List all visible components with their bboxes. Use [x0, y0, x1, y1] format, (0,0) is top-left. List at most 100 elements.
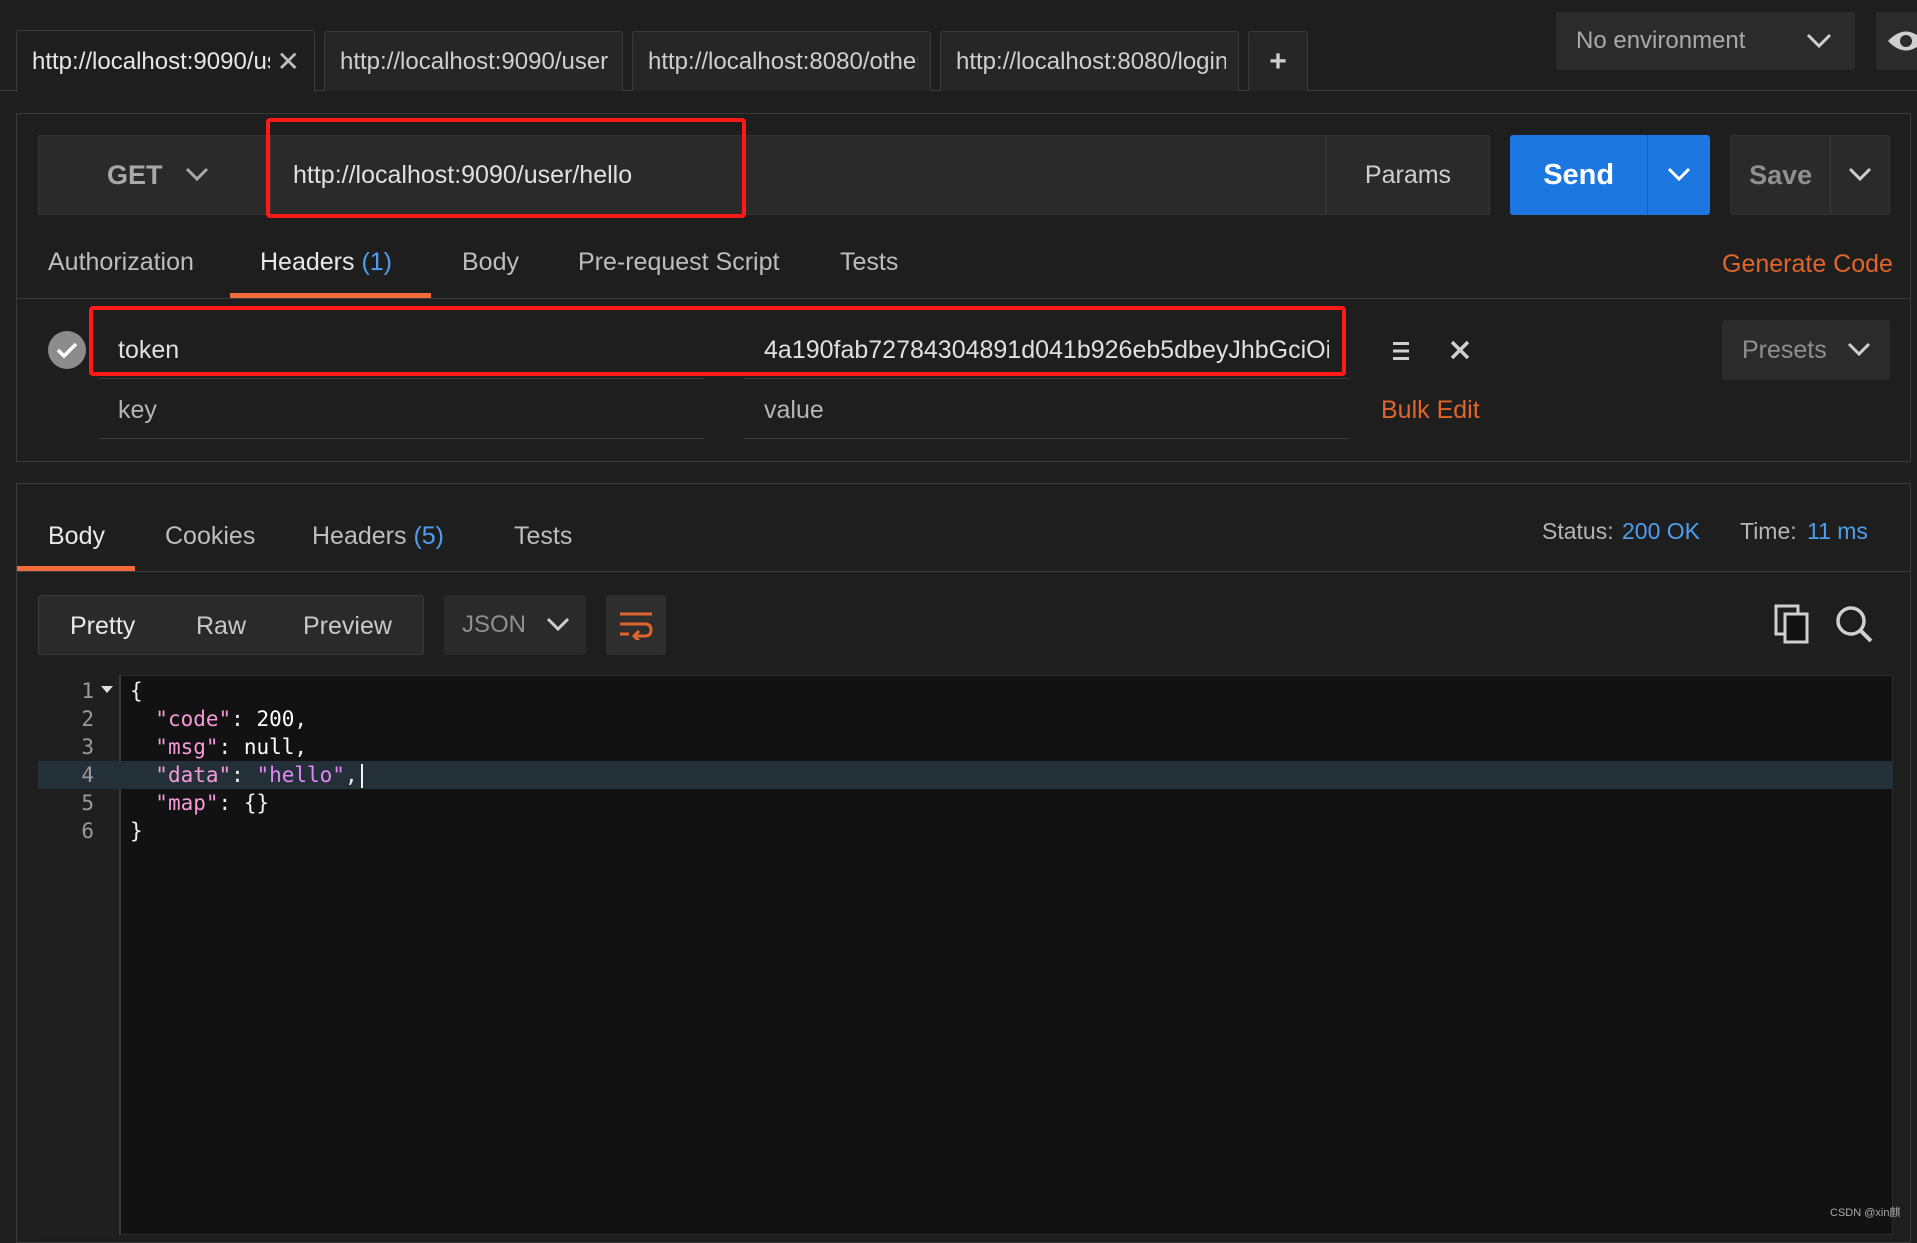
- presets-label: Presets: [1742, 335, 1827, 364]
- generate-code-link[interactable]: Generate Code: [1722, 250, 1893, 279]
- chevron-down-icon: [546, 617, 570, 632]
- new-header-value-input[interactable]: value: [764, 396, 1324, 425]
- code-line: "code": 200,: [155, 707, 308, 731]
- wrap-lines-icon: [620, 612, 653, 640]
- line-number: 1: [81, 679, 94, 703]
- chevron-down-icon: [1847, 342, 1870, 357]
- delete-header-icon[interactable]: [1449, 339, 1471, 361]
- tab-body[interactable]: Body: [462, 248, 519, 298]
- eye-icon: [1888, 31, 1917, 51]
- value-underline: [744, 378, 1350, 379]
- environment-quick-look-button[interactable]: [1876, 12, 1917, 70]
- tab-tests[interactable]: Tests: [840, 248, 898, 298]
- response-tab-headers[interactable]: Headers (5): [312, 522, 444, 572]
- method-label: GET: [107, 159, 163, 190]
- watermark: CSDN @xin麒: [1830, 1207, 1901, 1219]
- json-key: "msg": [155, 735, 219, 759]
- send-options-button[interactable]: [1647, 135, 1710, 215]
- response-divider: [17, 571, 1910, 572]
- response-headers-count: (5): [413, 522, 445, 550]
- search-icon[interactable]: [1834, 604, 1874, 644]
- environment-selected: No environment: [1576, 27, 1746, 54]
- json-brace: {: [130, 679, 143, 703]
- code-line: "msg": null,: [155, 735, 308, 759]
- format-select[interactable]: JSON: [444, 595, 586, 655]
- line-number: 5: [81, 791, 94, 815]
- chevron-down-icon: [185, 167, 208, 182]
- line-number: 6: [81, 819, 94, 843]
- request-tab[interactable]: http://localhost:8080/login: [940, 31, 1239, 91]
- params-button[interactable]: Params: [1326, 135, 1490, 215]
- code-line: "data": "hello",: [130, 761, 363, 789]
- time-label: Time:: [1740, 518, 1797, 544]
- send-button[interactable]: Send: [1510, 135, 1647, 215]
- tab-headers[interactable]: Headers (1): [260, 248, 392, 298]
- view-mode-raw[interactable]: Raw: [196, 612, 246, 641]
- format-label: JSON: [462, 611, 527, 638]
- view-mode-preview[interactable]: Preview: [303, 612, 392, 641]
- chevron-down-icon: [1806, 33, 1832, 49]
- response-tab-body[interactable]: Body: [48, 522, 105, 572]
- send-button-group: Send: [1510, 135, 1710, 215]
- header-enabled-checkbox[interactable]: [48, 331, 86, 369]
- json-value: "hello": [256, 763, 345, 787]
- request-tab-active[interactable]: http://localhost:9090/user/hello ✕: [16, 30, 315, 92]
- json-value: {}: [243, 791, 270, 815]
- line-number: 4: [81, 763, 94, 787]
- view-mode-group: Pretty Raw Preview: [38, 595, 424, 655]
- tab-label: http://localhost:9090/user: [340, 47, 609, 75]
- request-divider: [17, 298, 1910, 299]
- response-body-editor[interactable]: [38, 675, 1893, 1235]
- line-number: 3: [81, 735, 94, 759]
- header-highlight-box: [89, 306, 1346, 376]
- request-tab[interactable]: http://localhost:9090/user: [324, 31, 623, 91]
- status-value: 200 OK: [1622, 518, 1700, 544]
- response-tab-cookies[interactable]: Cookies: [165, 522, 255, 572]
- code-line: }: [130, 817, 143, 845]
- method-select[interactable]: GET: [38, 135, 270, 215]
- request-tab[interactable]: http://localhost:8080/other: [632, 31, 931, 91]
- text-cursor: [360, 764, 363, 788]
- save-button[interactable]: Save: [1731, 136, 1830, 214]
- chevron-down-icon: [1668, 167, 1691, 182]
- tab-pre-request-script[interactable]: Pre-request Script: [578, 248, 779, 298]
- presets-select[interactable]: Presets: [1722, 320, 1890, 380]
- time-value: 11 ms: [1807, 518, 1868, 544]
- key-underline: [98, 378, 704, 379]
- wrap-lines-button[interactable]: [606, 595, 666, 655]
- json-key: "data": [155, 763, 232, 787]
- line-number: 2: [81, 707, 94, 731]
- new-header-key-input[interactable]: key: [118, 396, 678, 425]
- json-key: "map": [155, 791, 219, 815]
- view-mode-pretty[interactable]: Pretty: [70, 612, 135, 641]
- fold-toggle-icon[interactable]: [101, 686, 113, 693]
- save-button-group: Save: [1730, 135, 1890, 215]
- code-line: "map": {}: [155, 791, 270, 815]
- environment-select[interactable]: No environment: [1556, 12, 1855, 70]
- tab-authorization[interactable]: Authorization: [48, 248, 194, 298]
- json-key: "code": [155, 707, 232, 731]
- drag-handle-icon[interactable]: [1392, 339, 1410, 363]
- copy-icon[interactable]: [1774, 604, 1810, 644]
- checkmark-icon: [56, 342, 78, 359]
- tab-label: http://localhost:8080/other: [648, 47, 918, 75]
- headers-count: (1): [361, 248, 393, 276]
- code-line: {: [130, 677, 143, 705]
- url-highlight-box: [266, 118, 746, 218]
- response-tab-tests[interactable]: Tests: [514, 522, 572, 572]
- response-tab-headers-label: Headers: [312, 522, 407, 550]
- save-options-button[interactable]: [1830, 136, 1889, 214]
- tab-headers-label: Headers: [260, 248, 355, 276]
- json-brace: }: [130, 819, 143, 843]
- json-value: null: [243, 735, 295, 759]
- new-tab-button[interactable]: +: [1248, 31, 1308, 91]
- tab-label: http://localhost:8080/login: [956, 47, 1226, 75]
- tab-label: http://localhost:9090/user/hello: [32, 47, 270, 75]
- key-underline: [98, 438, 704, 439]
- status-label: Status:: [1542, 518, 1614, 544]
- json-value: 200: [256, 707, 295, 731]
- chevron-down-icon: [1849, 167, 1872, 182]
- value-underline: [744, 438, 1350, 439]
- bulk-edit-link[interactable]: Bulk Edit: [1381, 396, 1480, 425]
- tab-close-icon[interactable]: ✕: [277, 45, 300, 78]
